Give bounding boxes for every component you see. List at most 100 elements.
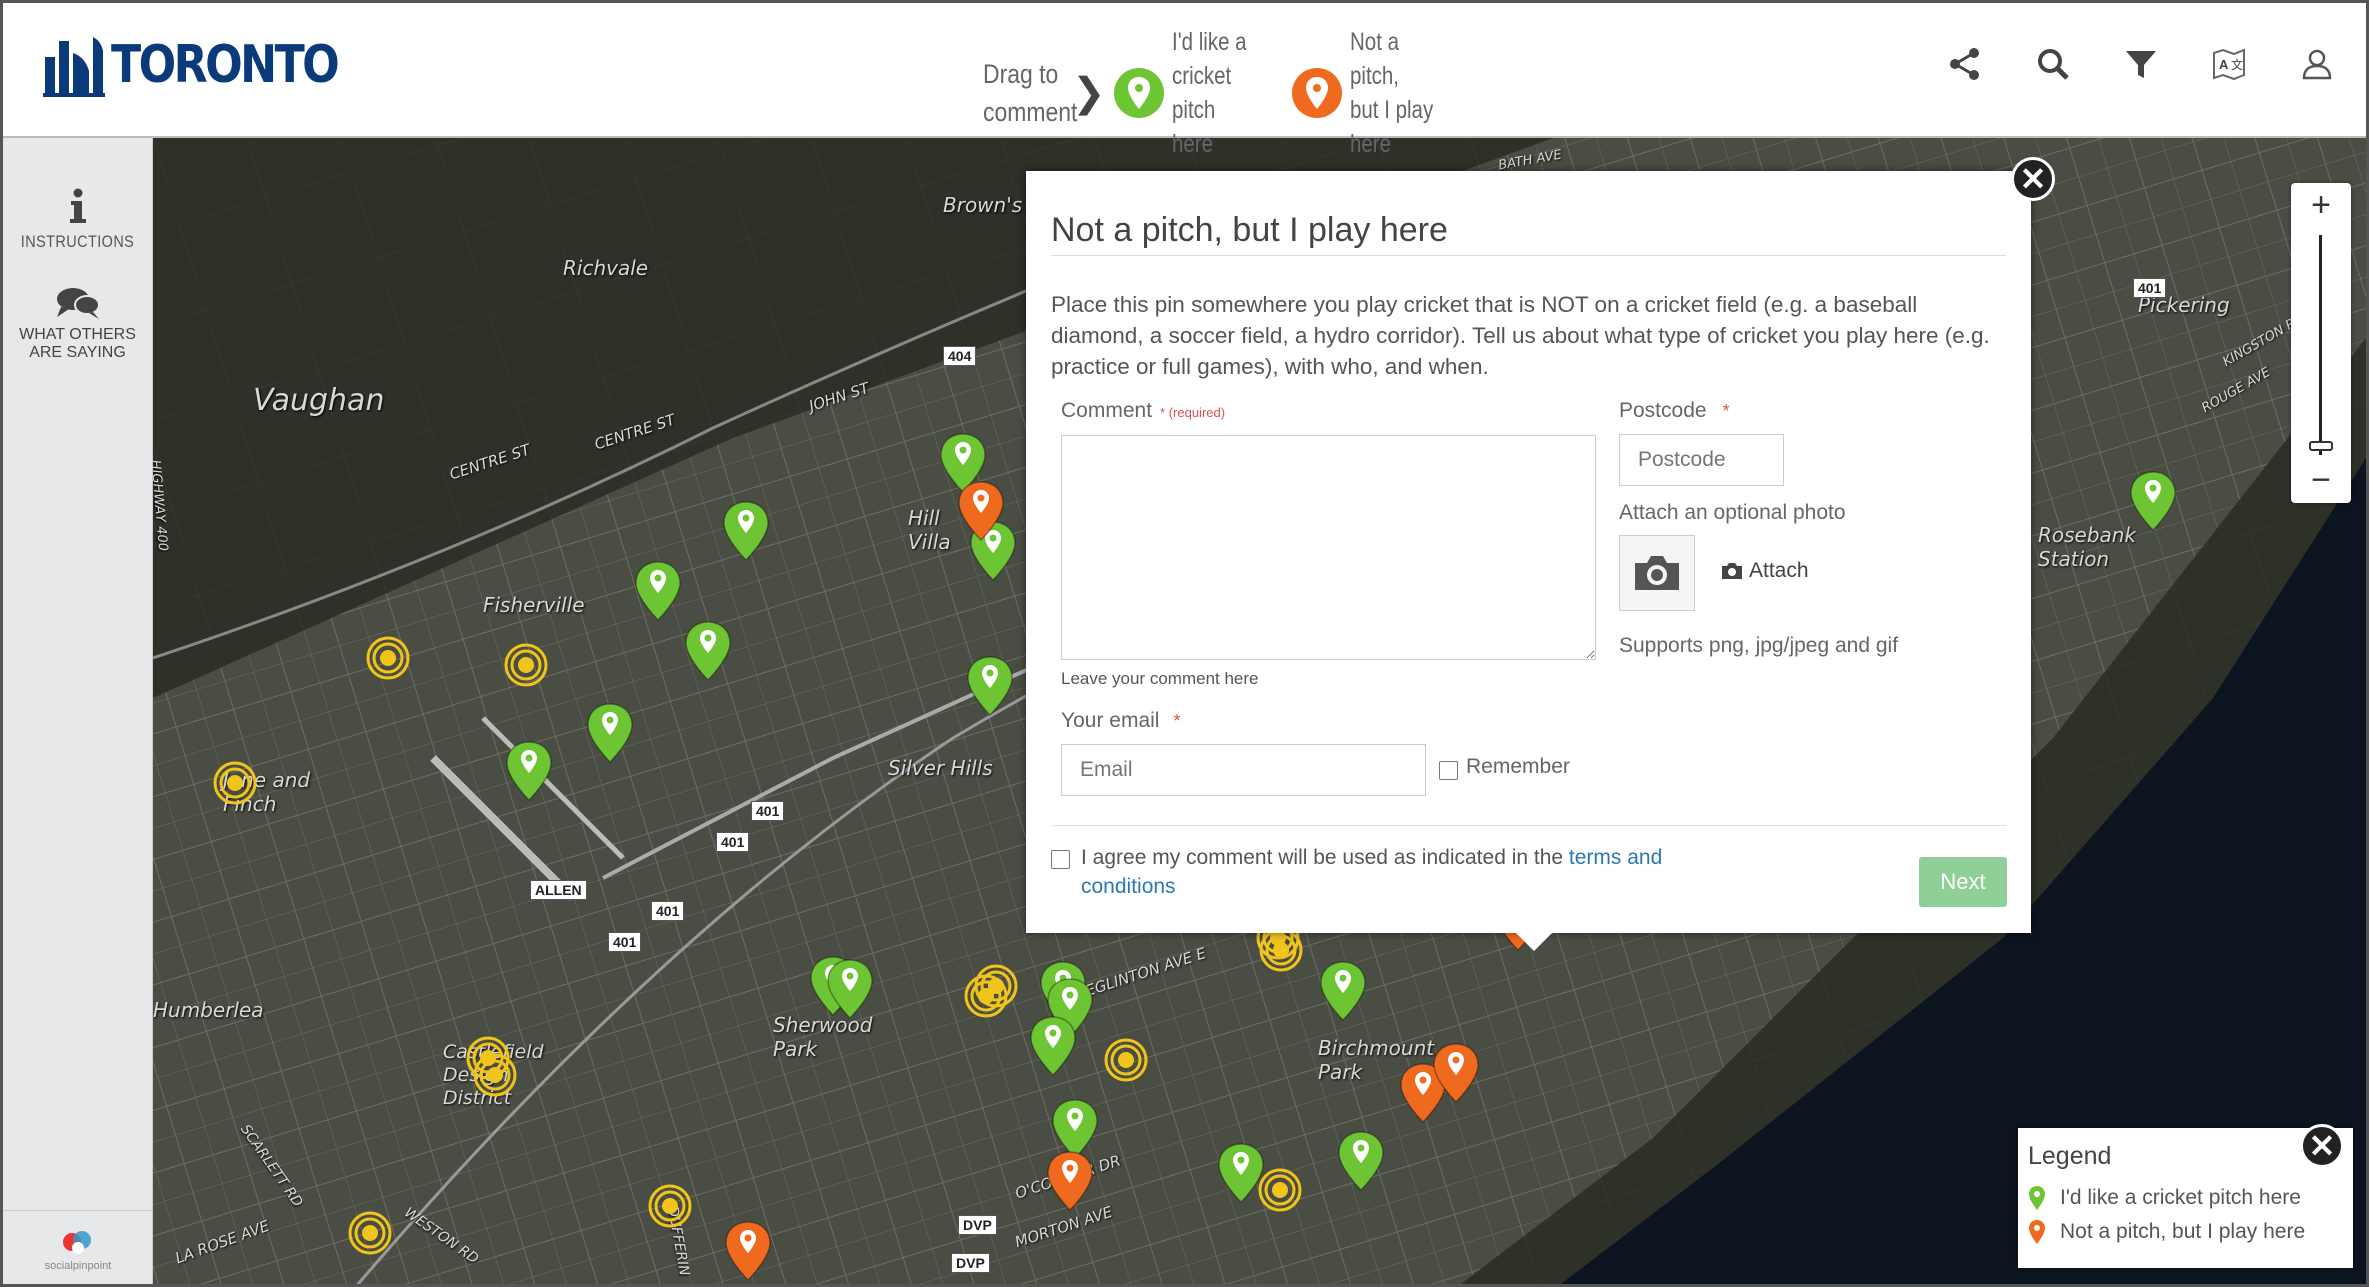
top-bar: TORONTO Drag to comment ❯ I'd like a cri… <box>3 3 2366 158</box>
next-button[interactable]: Next <box>1919 857 2007 907</box>
place-label: Vaughan <box>253 383 385 418</box>
highway-shield: 401 <box>751 801 785 821</box>
green-map-pin[interactable] <box>504 740 554 802</box>
svg-text:文: 文 <box>2231 57 2243 72</box>
highway-shield: 404 <box>943 346 977 366</box>
socialpinpoint-logo[interactable]: socialpinpoint <box>3 1210 153 1284</box>
sidebar-item-what-others-are-saying[interactable]: WHAT OTHERS ARE SAYING <box>3 255 152 362</box>
sidebar-item-label: INSTRUCTIONS <box>20 232 135 251</box>
comment-hint: Leave your comment here <box>1061 669 1259 688</box>
green-map-pin[interactable] <box>825 958 875 1020</box>
drag-pin-not-a-pitch[interactable]: Not a pitch, but I play here <box>1291 25 1460 161</box>
zoom-control: + − <box>2291 183 2351 503</box>
highway-shield: 401 <box>651 901 685 921</box>
cluster-marker-icon[interactable] <box>472 1052 518 1098</box>
orange-map-pin[interactable] <box>956 480 1006 542</box>
green-map-pin[interactable] <box>585 702 635 764</box>
attach-button[interactable]: Attach <box>1721 559 1809 583</box>
legend-item: I'd like a cricket pitch here <box>2028 1185 2301 1211</box>
highway-shield: ALLEN <box>530 880 587 900</box>
drag-to-comment-group: Drag to comment ❯ I'd like a cricket pit… <box>983 25 1470 161</box>
dialog-description: Place this pin somewhere you play cricke… <box>1051 292 1990 379</box>
place-label: Humberlea <box>153 998 264 1022</box>
green-map-pin[interactable] <box>1028 1015 1078 1077</box>
comment-dialog: ✕ Not a pitch, but I play here Place thi… <box>1026 157 2055 951</box>
remember-checkbox[interactable] <box>1439 761 1458 780</box>
cluster-marker-icon[interactable] <box>647 1183 693 1229</box>
cluster-marker-icon[interactable] <box>973 963 1019 1009</box>
agree-checkbox[interactable] <box>1051 850 1070 869</box>
green-map-pin[interactable] <box>721 500 771 562</box>
search-icon[interactable] <box>2034 45 2072 83</box>
email-input[interactable] <box>1061 744 1426 796</box>
orange-map-pin[interactable] <box>1045 1150 1095 1212</box>
toronto-logo[interactable]: TORONTO <box>43 25 377 97</box>
orange-pin-icon[interactable] <box>1291 68 1342 118</box>
user-icon[interactable] <box>2298 45 2336 83</box>
green-pin-icon <box>2029 1186 2045 1210</box>
drag-to-comment-label: Drag to comment <box>983 59 1078 127</box>
green-map-pin[interactable] <box>1336 1130 1386 1192</box>
sidebar: INSTRUCTIONS WHAT OTHERS ARE SAYING soci… <box>3 138 153 1284</box>
green-map-pin[interactable] <box>1318 960 1368 1022</box>
zoom-out-button[interactable]: − <box>2291 458 2351 503</box>
drag-pin-cricket-pitch[interactable]: I'd like a cricket pitch here <box>1113 25 1282 161</box>
green-map-pin[interactable] <box>1216 1142 1266 1204</box>
camera-icon <box>1722 563 1742 579</box>
place-label: Sherwood Park <box>773 1013 873 1061</box>
highway-shield: 401 <box>2133 278 2167 298</box>
zoom-slider-handle[interactable] <box>2309 441 2333 451</box>
postcode-label: Postcode * <box>1619 399 1730 422</box>
place-label: Richvale <box>563 256 649 280</box>
green-map-pin[interactable] <box>965 655 1015 717</box>
highway-shield: 401 <box>716 832 750 852</box>
socialpinpoint-icon <box>63 1230 91 1254</box>
required-marker: * (required) <box>1160 405 1226 420</box>
drag-pin-label: Not a pitch, but I play here <box>1349 28 1433 158</box>
green-map-pin[interactable] <box>683 620 733 682</box>
close-legend-button[interactable]: ✕ <box>2300 1124 2344 1168</box>
zoom-in-button[interactable]: + <box>2291 183 2351 228</box>
comment-textarea[interactable] <box>1061 435 1596 660</box>
legend-item: Not a pitch, but I play here <box>2028 1219 2305 1245</box>
close-dialog-button[interactable]: ✕ <box>2011 157 2055 201</box>
app-window: TORONTO Drag to comment ❯ I'd like a cri… <box>0 0 2369 1287</box>
divider <box>1051 825 2006 826</box>
orange-map-pin[interactable] <box>723 1220 773 1282</box>
required-marker: * <box>1173 711 1181 731</box>
map-language-icon[interactable]: A文 <box>2210 45 2248 83</box>
postcode-input[interactable] <box>1619 434 1784 486</box>
camera-icon <box>1635 556 1679 590</box>
cluster-marker-icon[interactable] <box>503 642 549 688</box>
cluster-marker-icon[interactable] <box>1103 1037 1149 1083</box>
dialog-title: Not a pitch, but I play here <box>1051 211 1448 249</box>
highway-shield: DVP <box>951 1253 990 1273</box>
cluster-marker-icon[interactable] <box>212 760 258 806</box>
agree-text: I agree my comment will be used as indic… <box>1081 846 1663 898</box>
header-toolbar: A文 <box>1946 45 2336 83</box>
green-map-pin[interactable] <box>2128 470 2178 532</box>
green-pin-icon[interactable] <box>1113 68 1164 118</box>
sidebar-item-label: WHAT OTHERS ARE SAYING <box>19 326 136 361</box>
zoom-slider-track[interactable] <box>2319 235 2322 455</box>
share-icon[interactable] <box>1946 45 1984 83</box>
legend-panel: Legend ✕ I'd like a cricket pitch here N… <box>2018 1124 2353 1268</box>
svg-text:A: A <box>2219 57 2229 72</box>
filter-icon[interactable] <box>2122 45 2160 83</box>
green-map-pin[interactable] <box>633 560 683 622</box>
divider <box>1051 255 2006 256</box>
comment-label: Comment * (required) <box>1061 399 1226 422</box>
sidebar-item-instructions[interactable]: INSTRUCTIONS <box>3 138 152 255</box>
highway-shield: DVP <box>958 1215 997 1235</box>
required-marker: * <box>1722 401 1730 421</box>
legend-title: Legend <box>2028 1142 2112 1170</box>
city-hall-icon <box>43 37 105 97</box>
cluster-marker-icon[interactable] <box>347 1210 393 1256</box>
cluster-marker-icon[interactable] <box>365 635 411 681</box>
highway-shield: 401 <box>608 932 642 952</box>
remember-label: Remember <box>1466 755 1570 778</box>
camera-button[interactable] <box>1619 535 1695 611</box>
orange-pin-icon <box>2029 1220 2045 1244</box>
email-label: Your email * <box>1061 709 1181 732</box>
orange-map-pin[interactable] <box>1431 1042 1481 1104</box>
